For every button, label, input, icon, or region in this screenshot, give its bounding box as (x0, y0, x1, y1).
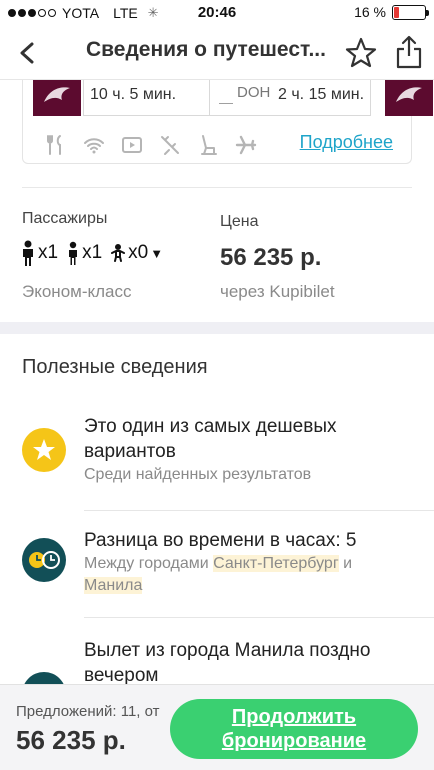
amenities-row (45, 134, 257, 156)
info-text: Вылет из города Манила поздно вечером (84, 638, 404, 688)
no-power-icon (161, 136, 179, 155)
section-divider (22, 187, 412, 188)
infants-value: x0 (128, 242, 149, 263)
star-icon (33, 439, 55, 460)
segment-1: 10 ч. 5 мин. (83, 74, 219, 116)
adults-count: x1 (20, 240, 58, 266)
useful-info-heading: Полезные сведения (22, 356, 208, 378)
children-count: x1 (66, 241, 102, 265)
dropdown-caret-icon: ▼ (150, 245, 164, 261)
segment-1-duration: 10 ч. 5 мин. (90, 85, 177, 103)
passengers-label: Пассажиры (22, 210, 108, 227)
star-badge-icon (22, 428, 66, 472)
button-label-line2: бронирование (221, 730, 367, 752)
info-title: Это один из самых дешевых вариантов (84, 416, 337, 462)
airline-logo-return (385, 74, 433, 116)
passengers-selector[interactable]: x1 x1 x0 ▼ (20, 240, 171, 266)
cutlery-icon (47, 135, 61, 155)
video-icon (122, 137, 142, 153)
flight-card[interactable]: 10 ч. 5 мин. 2 ч. 15 мин. — DOH Подробне… (22, 74, 433, 164)
clocks-badge-icon (22, 538, 66, 582)
price-source: через Kupibilet (220, 282, 335, 301)
info-title: Разница во времени в часах: 5 (84, 530, 357, 551)
info-subtitle: Среди найденных результатов (84, 466, 312, 483)
status-bar: YOTA LTE ✳ 20:46 16 % (0, 0, 434, 28)
share-icon[interactable] (394, 34, 424, 70)
info-title: Вылет из города Манила поздно вечером (84, 640, 371, 686)
oryx-logo-icon (396, 87, 422, 102)
child-icon (69, 241, 78, 265)
layover-airport-code: DOH (237, 84, 271, 101)
details-link[interactable]: Подробнее (300, 132, 393, 153)
city-from: Санкт-Петербург (213, 555, 339, 572)
clocks-icon (29, 551, 60, 569)
section-separator (0, 322, 434, 334)
battery-fill (394, 6, 399, 18)
sub-prefix: Между городами (84, 555, 209, 572)
info-subtitle: Между городами Санкт-Петербург и Манила (84, 553, 404, 597)
seat-icon (201, 135, 217, 155)
airline-logo (33, 74, 81, 116)
battery-percent: 16 % (354, 4, 386, 20)
infant-icon (111, 244, 126, 262)
price-label: Цена (220, 213, 259, 230)
page-title: Сведения о путешест... (86, 38, 326, 61)
item-divider (84, 617, 434, 618)
continue-booking-button[interactable]: Продолжить бронирование (170, 699, 418, 759)
info-text: Разница во времени в часах: 5 Между горо… (84, 528, 404, 597)
star-outline-icon[interactable] (344, 36, 378, 70)
button-label-line1: Продолжить (231, 706, 357, 728)
chevron-left-icon[interactable] (14, 38, 42, 68)
adult-icon (23, 240, 33, 266)
children-value: x1 (82, 242, 103, 263)
adults-value: x1 (38, 242, 59, 263)
info-text: Это один из самых дешевых вариантов Сред… (84, 414, 404, 486)
nav-bar: Сведения о путешест... (0, 28, 434, 80)
booking-bar: Предложений: 11, от 56 235 р. Продолжить… (0, 684, 434, 770)
cabin-class: Эконом-класс (22, 282, 132, 301)
offers-count: Предложений: 11, от (16, 703, 160, 720)
item-divider (84, 510, 434, 511)
city-to: Манила (84, 577, 143, 594)
sub-mid: и (343, 555, 353, 572)
plane-icon (235, 135, 257, 155)
oryx-logo-icon (44, 87, 70, 102)
segment-2-duration: 2 ч. 15 мин. (278, 85, 365, 103)
bottom-price: 56 235 р. (16, 725, 126, 755)
wifi-icon (84, 138, 104, 154)
segment-2: 2 ч. 15 мин. (209, 74, 371, 116)
infants-count: x0 ▼ (110, 242, 163, 264)
battery-icon (392, 4, 429, 20)
layover-dash: — (219, 94, 233, 110)
price-value: 56 235 р. (220, 244, 322, 271)
status-right: 16 % (354, 4, 429, 20)
